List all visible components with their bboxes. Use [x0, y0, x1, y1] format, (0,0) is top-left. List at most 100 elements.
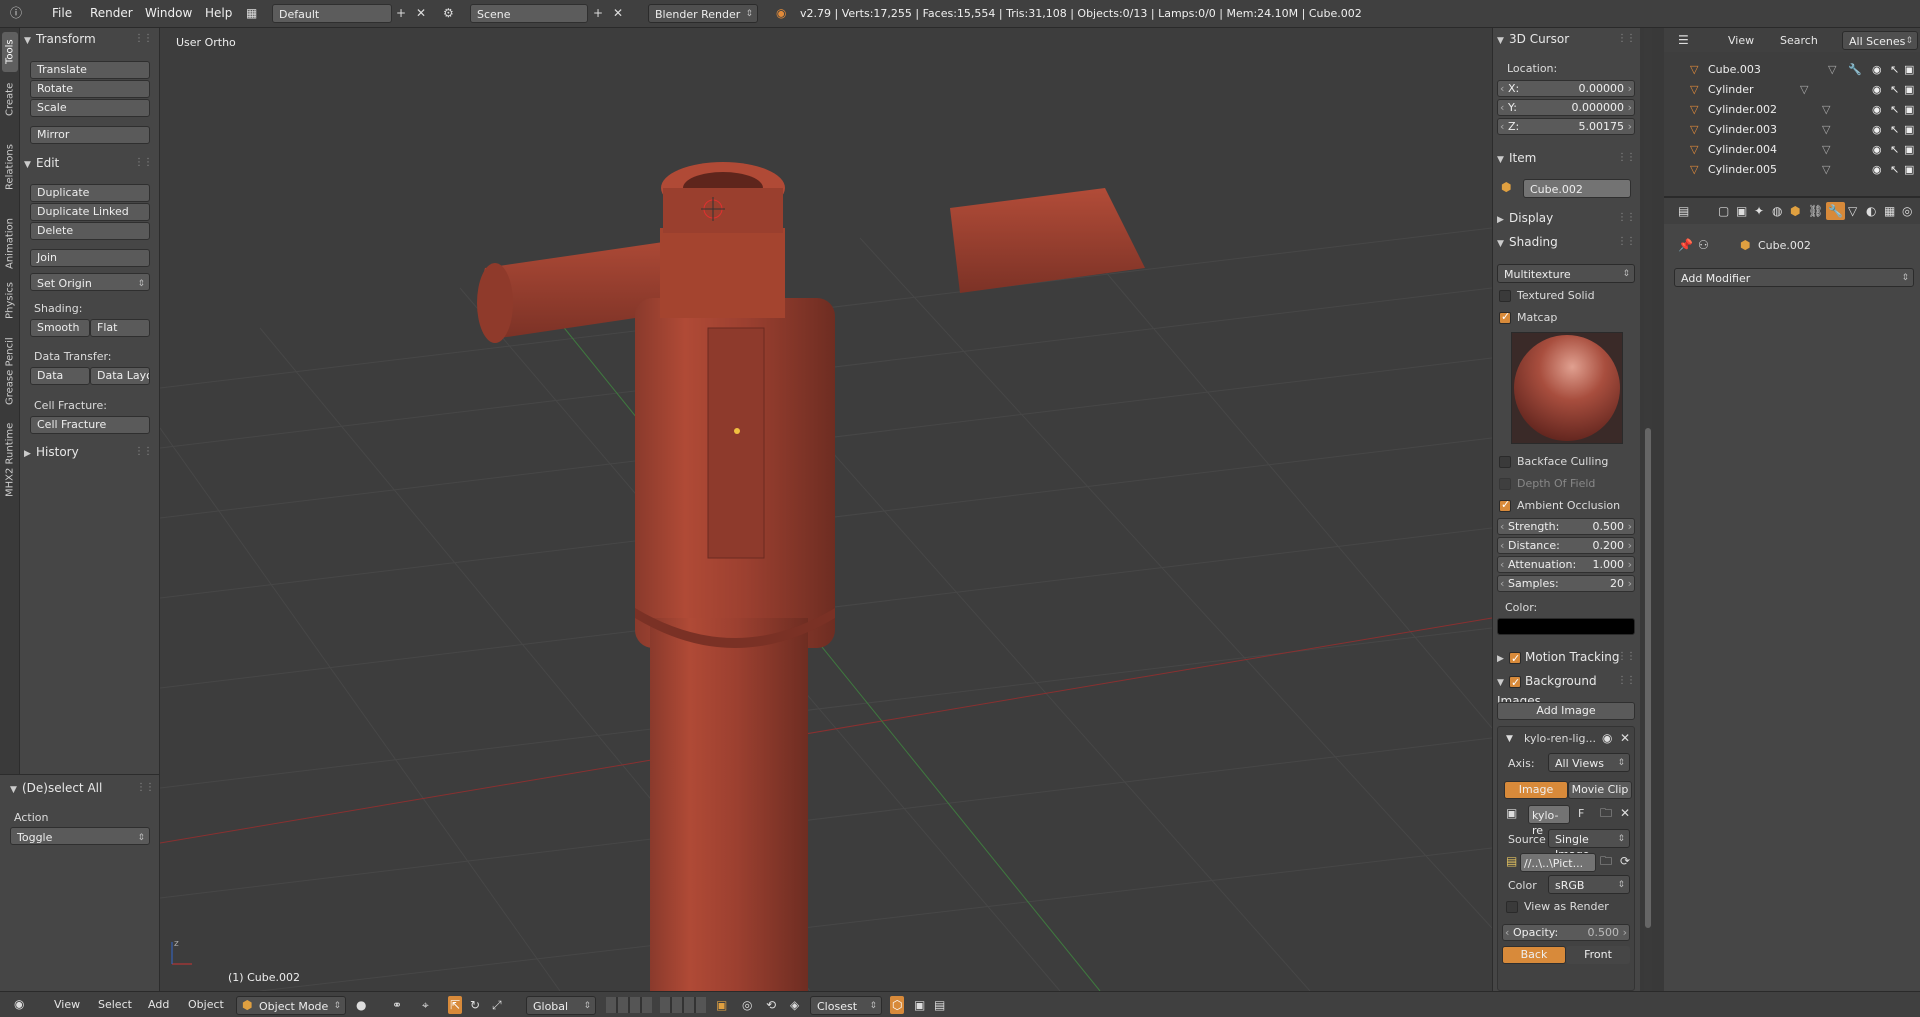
world-tab-icon[interactable]: ◍: [1772, 202, 1782, 220]
ao-strength-field[interactable]: Strength:0.500: [1497, 518, 1635, 535]
mode-dropdown[interactable]: Object Mode: [236, 996, 346, 1015]
scale-manipulator-icon[interactable]: ⤢: [492, 996, 502, 1014]
depth-of-field-checkbox[interactable]: [1499, 478, 1511, 490]
duplicate-button[interactable]: Duplicate: [30, 184, 150, 202]
set-origin-dropdown[interactable]: Set Origin: [30, 273, 150, 291]
menu-window[interactable]: Window: [145, 6, 192, 20]
shading-mode-dropdown[interactable]: Multitexture: [1497, 264, 1635, 283]
viewport-canvas[interactable]: [160, 28, 1492, 991]
all-scenes-dropdown[interactable]: All Scenes: [1842, 31, 1918, 50]
deselect-all-header[interactable]: ▼ (De)select All ⋮⋮: [10, 779, 156, 797]
unlink-image-icon[interactable]: ✕: [1620, 804, 1630, 822]
object-menu[interactable]: Object: [188, 998, 224, 1011]
camera-icon[interactable]: ▤: [934, 996, 945, 1014]
data-layout-button[interactable]: Data Layo: [90, 367, 150, 385]
display-header[interactable]: ▶ Display ⋮⋮: [1497, 209, 1637, 227]
tab-grease-pencil[interactable]: Grease Pencil: [2, 330, 18, 412]
outliner-row[interactable]: ▽ Cylinder.004 ▽ ◉ ↖ ▣: [1664, 140, 1920, 160]
smooth-button[interactable]: Smooth: [30, 319, 90, 337]
cursor-z-field[interactable]: Z:5.00175: [1497, 118, 1635, 135]
view-menu[interactable]: View: [54, 998, 80, 1011]
close-layout-icon[interactable]: ✕: [416, 4, 426, 22]
layers-grid-2[interactable]: [660, 997, 706, 1013]
material-tab-icon[interactable]: ◐: [1866, 202, 1876, 220]
remove-bg-icon[interactable]: ✕: [1620, 729, 1630, 747]
translate-manipulator-icon[interactable]: ⇱: [448, 996, 463, 1014]
layer-lock-icon[interactable]: ▣: [716, 996, 727, 1014]
orientation-dropdown[interactable]: Global: [526, 996, 596, 1015]
reload-icon[interactable]: ⟳: [1620, 852, 1630, 870]
scene-icon[interactable]: ⚙: [443, 4, 454, 22]
snap-target-icon[interactable]: ◈: [790, 996, 799, 1014]
outliner-row[interactable]: ▽ Cylinder.002 ▽ ◉ ↖ ▣: [1664, 100, 1920, 120]
close-scene-icon[interactable]: ✕: [613, 4, 623, 22]
3d-cursor-header[interactable]: ▼ 3D Cursor ⋮⋮: [1497, 30, 1637, 48]
rotate-button[interactable]: Rotate: [30, 80, 150, 98]
image-tab-button[interactable]: Image: [1504, 781, 1568, 799]
data-tab-icon[interactable]: ▽: [1848, 202, 1857, 220]
mirror-button[interactable]: Mirror: [30, 126, 150, 144]
image-browse-icon[interactable]: ▣: [1506, 804, 1517, 822]
duplicate-linked-button[interactable]: Duplicate Linked: [30, 203, 150, 221]
tab-relations[interactable]: Relations: [2, 126, 18, 208]
delete-button[interactable]: Delete: [30, 222, 150, 240]
file-path-field[interactable]: //..\..\Pict...: [1520, 853, 1596, 872]
color-space-dropdown[interactable]: sRGB: [1548, 875, 1630, 894]
matcap-checkbox[interactable]: [1499, 310, 1511, 324]
tab-create[interactable]: Create: [2, 76, 18, 122]
tab-mhx2-runtime[interactable]: MHX2 Runtime: [2, 418, 18, 502]
cursor-y-field[interactable]: Y:0.000000: [1497, 99, 1635, 116]
cell-fracture-button[interactable]: Cell Fracture: [30, 416, 150, 434]
item-name-field[interactable]: Cube.002: [1523, 179, 1631, 198]
tab-animation[interactable]: Animation: [2, 214, 18, 274]
fake-user-label[interactable]: F: [1578, 807, 1584, 820]
view-as-render-checkbox[interactable]: [1506, 901, 1518, 913]
data-button[interactable]: Data: [30, 367, 90, 385]
layout-icon[interactable]: ▦: [246, 4, 257, 22]
browse-file-icon[interactable]: 🗀: [1600, 852, 1612, 870]
select-menu[interactable]: Select: [98, 998, 132, 1011]
action-dropdown[interactable]: Toggle: [10, 827, 150, 845]
open-folder-icon[interactable]: 🗀: [1600, 804, 1612, 822]
edit-panel-header[interactable]: ▼ Edit ⋮⋮: [24, 154, 154, 172]
tab-tools[interactable]: Tools: [2, 32, 18, 72]
render-engine-dropdown[interactable]: Blender Render: [648, 4, 758, 23]
opengl-render-icon[interactable]: ⬡: [890, 996, 905, 1014]
source-dropdown[interactable]: Single Image: [1548, 829, 1630, 861]
join-button[interactable]: Join: [30, 249, 150, 267]
background-images-header[interactable]: ▼Background Images⋮⋮: [1497, 672, 1637, 709]
physics-tab-icon[interactable]: ◎: [1902, 202, 1912, 220]
shading-header[interactable]: ▼ Shading ⋮⋮: [1497, 233, 1637, 251]
render-tab-icon[interactable]: ▢: [1718, 202, 1729, 220]
transform-panel-header[interactable]: ▼ Transform ⋮⋮: [24, 30, 154, 48]
add-menu[interactable]: Add: [148, 998, 169, 1011]
info-icon[interactable]: ⓘ: [10, 4, 22, 22]
ambient-occlusion-checkbox[interactable]: [1499, 498, 1511, 512]
scene-field[interactable]: Scene: [470, 4, 588, 23]
sidebar-scrollbar[interactable]: [1644, 28, 1652, 991]
layout-field[interactable]: Default: [272, 4, 392, 23]
outliner-row[interactable]: ▽ Cylinder ▽ ◉ ↖ ▣: [1664, 80, 1920, 100]
viewport-shading-icon[interactable]: ●: [356, 996, 366, 1014]
scene-tab-icon[interactable]: ✦: [1754, 202, 1764, 220]
backface-culling-checkbox[interactable]: [1499, 456, 1511, 468]
eye-icon[interactable]: ◉: [1602, 729, 1612, 747]
layers-tab-icon[interactable]: ▣: [1736, 202, 1747, 220]
pivot-icon[interactable]: ⚭: [392, 996, 402, 1014]
tab-physics[interactable]: Physics: [2, 278, 18, 324]
back-button[interactable]: Back: [1502, 946, 1566, 964]
outliner-view-menu[interactable]: View: [1728, 34, 1754, 47]
3d-viewport[interactable]: User Ortho z (1) Cube.002: [160, 28, 1492, 991]
add-layout-icon[interactable]: +: [396, 4, 406, 22]
add-modifier-dropdown[interactable]: Add Modifier: [1674, 268, 1914, 287]
add-scene-icon[interactable]: +: [593, 4, 603, 22]
texture-tab-icon[interactable]: ▦: [1884, 202, 1895, 220]
manipulator-icon[interactable]: ⌖: [422, 996, 429, 1014]
history-panel-header[interactable]: ▶ History ⋮⋮: [24, 443, 154, 461]
layers-grid[interactable]: [606, 997, 652, 1013]
outliner-row[interactable]: ▽ Cube.003 ▽ 🔧 ◉ ↖ ▣: [1664, 60, 1920, 80]
proportional-edit-icon[interactable]: ◎: [742, 996, 752, 1014]
add-image-button[interactable]: Add Image: [1497, 702, 1635, 720]
constraints-tab-icon[interactable]: ⛓: [1808, 202, 1823, 220]
opacity-field[interactable]: Opacity:0.500: [1502, 924, 1630, 941]
